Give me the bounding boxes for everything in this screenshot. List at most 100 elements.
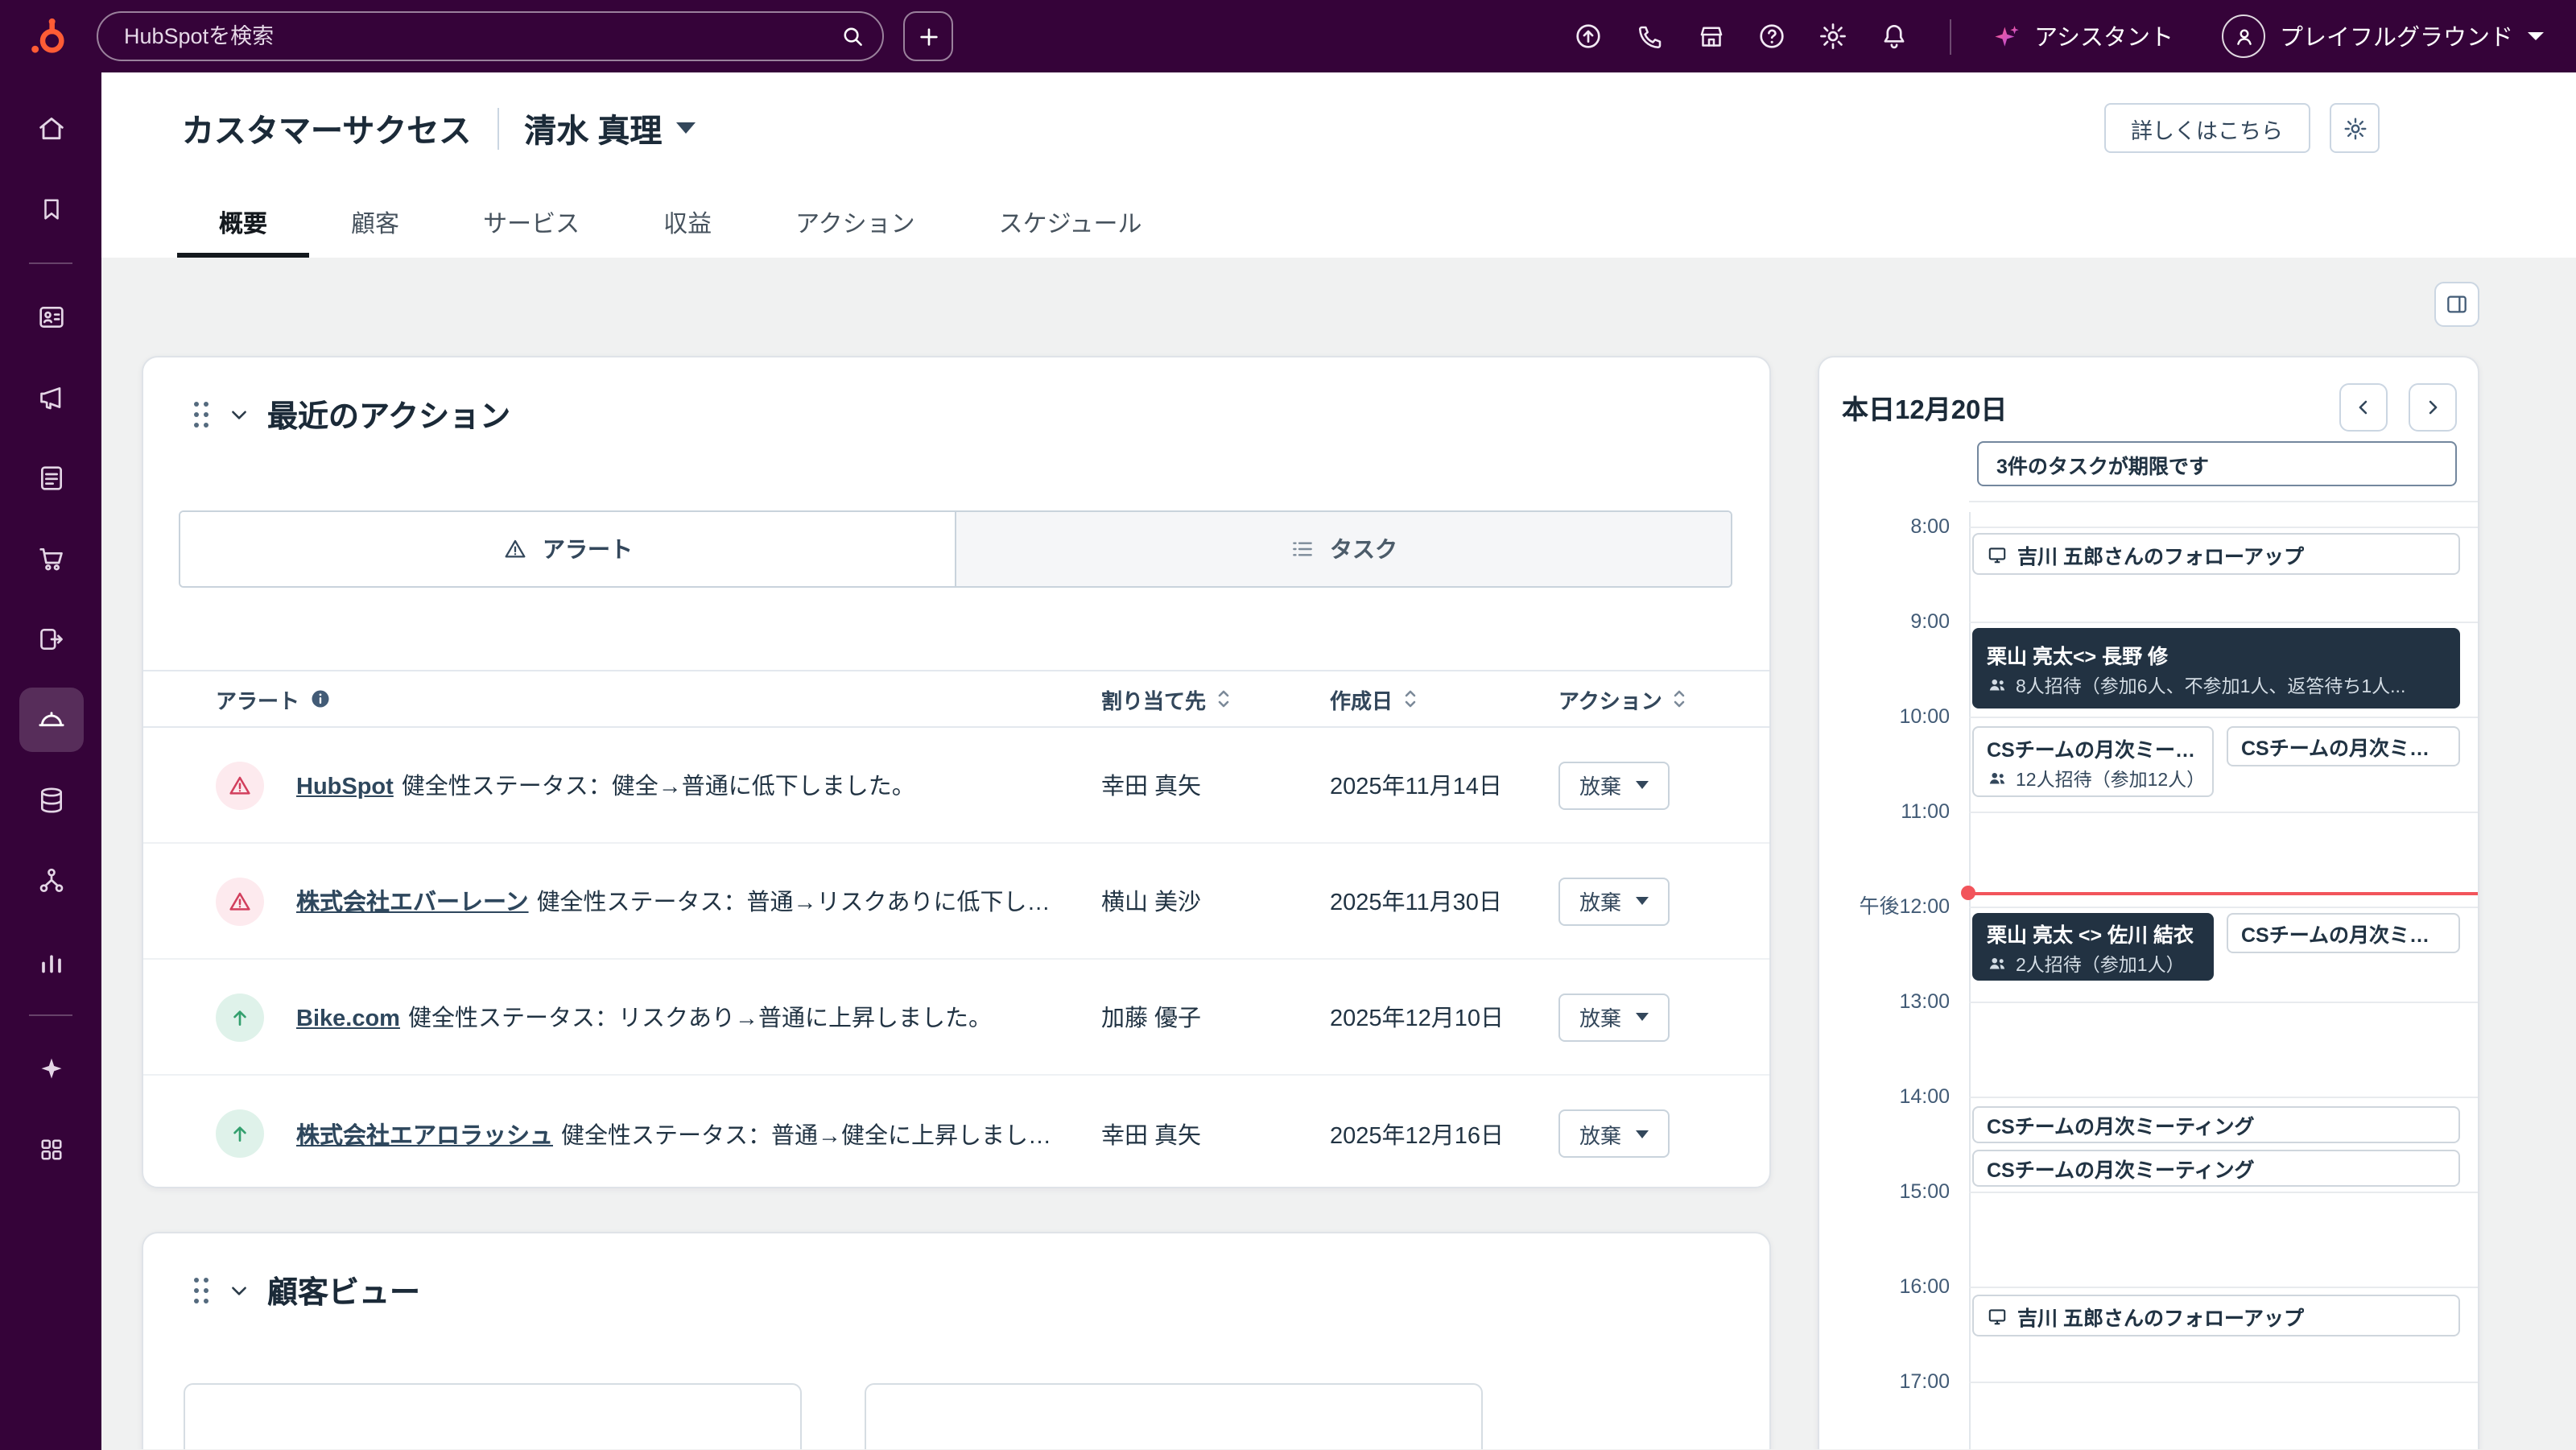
sidebar-divider xyxy=(29,262,72,264)
tab-tasks[interactable]: タスク xyxy=(955,512,1731,586)
tab-service[interactable]: サービス xyxy=(441,193,621,258)
owner-name: 清水 真理 xyxy=(524,105,662,151)
alert-message: HubSpot健全性ステータス：健全→普通に低下しました。 xyxy=(296,768,944,802)
tab-actions[interactable]: アクション xyxy=(753,193,957,258)
sidebar-item-apps[interactable] xyxy=(19,1117,83,1182)
bookmark-icon xyxy=(36,195,65,224)
sort-icon[interactable] xyxy=(1214,688,1233,710)
sort-icon[interactable] xyxy=(1670,688,1690,710)
gear-icon xyxy=(2342,115,2368,141)
sidebar-item-bookmarks[interactable] xyxy=(19,177,83,242)
calendar-event[interactable]: CSチームの月次ミーテ... xyxy=(2227,726,2460,766)
tab-overview[interactable]: 概要 xyxy=(177,193,309,258)
alerts-table: アラート 割り当て先 xyxy=(143,670,1769,1192)
customer-view-card: 顧客ビュー xyxy=(142,1232,1771,1449)
tab-alerts[interactable]: アラート xyxy=(180,512,955,586)
sidebar-item-content[interactable] xyxy=(19,446,83,510)
tab-tasks-label: タスク xyxy=(1330,533,1397,565)
assignee-cell: 幸田 真矢 xyxy=(1101,1117,1330,1150)
alert-message: 株式会社エアロラッシュ健全性ステータス：普通→健全に上昇しました。 xyxy=(296,1117,1101,1150)
calendar-event[interactable]: 吉川 五郎さんのフォローアップ xyxy=(1972,533,2460,575)
collapse-section-button[interactable] xyxy=(229,404,250,425)
calendar-event[interactable]: CSチームの月次ミーテ... 12人招待（参加12人） xyxy=(1972,726,2214,797)
assistant-label: アシスタント xyxy=(2034,19,2174,53)
owner-selector[interactable]: 清水 真理 xyxy=(524,105,696,151)
tab-schedule[interactable]: スケジュール xyxy=(957,193,1184,258)
title-divider xyxy=(497,107,498,149)
account-name: プレイフルグラウンド xyxy=(2280,19,2513,53)
create-button[interactable] xyxy=(903,11,953,61)
sidebar-item-commerce[interactable] xyxy=(19,527,83,591)
page-title: カスタマーサクセス xyxy=(182,105,471,151)
health-up-icon xyxy=(216,993,264,1041)
settings-button[interactable] xyxy=(1807,10,1859,62)
col-alert-label: アラート xyxy=(216,684,299,714)
calendar-event[interactable]: 栗山 亮太<> 長野 修 8人招待（参加6人、不参加1人、返答待ち1人... xyxy=(1972,628,2460,708)
marketplace-button[interactable] xyxy=(1685,10,1736,62)
sidebar-item-ai[interactable] xyxy=(19,1037,83,1101)
grid-line xyxy=(1969,717,2478,718)
sidebar-item-data[interactable] xyxy=(19,768,83,832)
gear-icon xyxy=(1818,21,1848,52)
chevron-down-icon xyxy=(229,404,250,425)
sidebar-item-reporting[interactable] xyxy=(19,929,83,994)
plus-icon xyxy=(915,23,941,49)
company-link[interactable]: HubSpot xyxy=(296,775,394,800)
notifications-button[interactable] xyxy=(1868,10,1920,62)
sidebar-item-service[interactable] xyxy=(19,688,83,752)
created-cell: 2025年12月16日 xyxy=(1330,1117,1558,1150)
dismiss-dropdown-button[interactable]: 放棄 xyxy=(1558,1109,1670,1158)
grid-line xyxy=(1969,501,2478,502)
drag-handle-icon[interactable] xyxy=(192,399,211,430)
calendar-event[interactable]: CSチームの月次ミーテ... xyxy=(2227,913,2460,953)
grid-line xyxy=(1969,527,2478,528)
gutter-divider xyxy=(1969,512,1971,1449)
hubspot-logo-icon[interactable] xyxy=(26,14,71,59)
title-row: カスタマーサクセス 清水 真理 xyxy=(182,105,696,151)
dismiss-dropdown-button[interactable]: 放棄 xyxy=(1558,877,1670,925)
tab-customers[interactable]: 顧客 xyxy=(309,193,441,258)
app-sidebar xyxy=(0,72,101,1450)
dismiss-dropdown-button[interactable]: 放棄 xyxy=(1558,761,1670,809)
sidebar-item-automation[interactable] xyxy=(19,607,83,671)
bell-icon xyxy=(1879,21,1909,52)
collapse-panel-button[interactable] xyxy=(2434,282,2479,327)
tab-revenue[interactable]: 収益 xyxy=(621,193,753,258)
time-label: 17:00 xyxy=(1819,1370,1950,1393)
calling-button[interactable] xyxy=(1624,10,1675,62)
collapse-section-button[interactable] xyxy=(229,1280,250,1301)
caret-down-icon xyxy=(676,122,696,134)
dismiss-dropdown-button[interactable]: 放棄 xyxy=(1558,993,1670,1041)
search-input[interactable] xyxy=(121,23,839,50)
caret-down-icon xyxy=(1636,897,1649,905)
data-import-button[interactable] xyxy=(1563,10,1614,62)
grid-line xyxy=(1969,812,2478,813)
company-link[interactable]: 株式会社エバーレーン xyxy=(296,890,529,916)
calendar-event[interactable]: CSチームの月次ミーティング xyxy=(1972,1106,2460,1143)
calendar-event[interactable]: 吉川 五郎さんのフォローアップ xyxy=(1972,1295,2460,1336)
calendar-event[interactable]: CSチームの月次ミーティング xyxy=(1972,1150,2460,1187)
calendar-event[interactable]: 栗山 亮太 <> 佐川 結衣 2人招待（参加1人） xyxy=(1972,913,2214,981)
database-icon xyxy=(35,784,67,816)
drag-handle-icon[interactable] xyxy=(192,1275,211,1306)
global-search[interactable] xyxy=(97,11,884,61)
page-settings-button[interactable] xyxy=(2330,103,2380,153)
help-button[interactable] xyxy=(1746,10,1798,62)
alert-row: 株式会社エアロラッシュ健全性ステータス：普通→健全に上昇しました。 幸田 真矢 … xyxy=(143,1076,1769,1192)
sidebar-item-home[interactable] xyxy=(19,97,83,161)
side-panel-icon xyxy=(2444,291,2470,317)
sidebar-item-org[interactable] xyxy=(19,849,83,913)
sidebar-item-marketing[interactable] xyxy=(19,366,83,430)
page-tabs: 概要 顧客 サービス 収益 アクション スケジュール xyxy=(177,193,1184,258)
sidebar-item-crm[interactable] xyxy=(19,285,83,349)
assistant-button[interactable]: アシスタント xyxy=(1979,19,2183,53)
sort-icon[interactable] xyxy=(1401,688,1420,710)
info-icon[interactable] xyxy=(309,688,332,710)
learn-more-button[interactable]: 詳しくはこちら xyxy=(2103,103,2310,153)
company-link[interactable]: 株式会社エアロラッシュ xyxy=(296,1123,553,1149)
grid-icon xyxy=(36,1135,65,1164)
account-menu[interactable]: プレイフルグラウンド xyxy=(2215,14,2550,58)
company-link[interactable]: Bike.com xyxy=(296,1006,400,1032)
megaphone-icon xyxy=(35,382,67,414)
topbar-actions: アシスタント プレイフルグラウンド xyxy=(1563,10,2550,62)
